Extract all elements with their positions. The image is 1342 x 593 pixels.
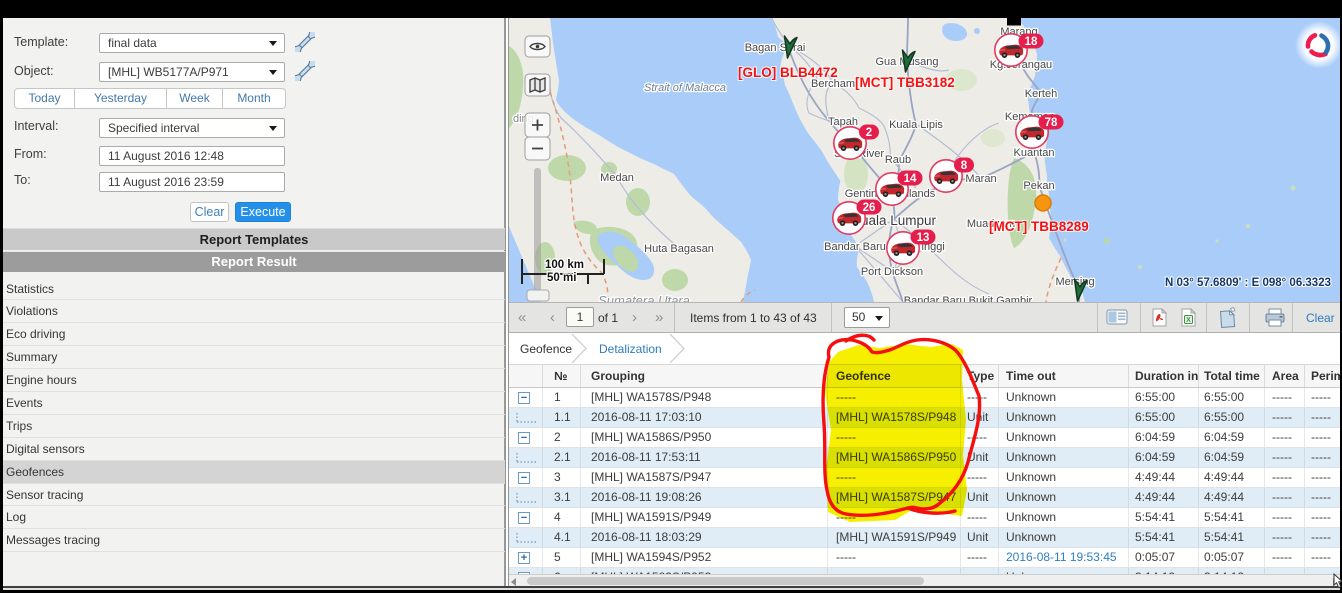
svg-text:[MCT] TBB3182: [MCT] TBB3182	[855, 75, 955, 90]
svg-text:Bandar Baru: Bandar Baru	[824, 241, 886, 253]
svg-text:[MCT] TBB8289: [MCT] TBB8289	[989, 219, 1089, 234]
svg-text:78: 78	[1045, 117, 1058, 129]
svg-text:Sumatera Utara: Sumatera Utara	[598, 293, 690, 302]
svg-text:18: 18	[1025, 36, 1038, 48]
svg-text:Bagan Serai: Bagan Serai	[745, 42, 806, 54]
svg-text:Strait of Malacca: Strait of Malacca	[644, 82, 726, 94]
svg-text:8: 8	[961, 160, 968, 172]
svg-text:X: X	[1186, 317, 1191, 324]
svg-text:50 mi: 50 mi	[547, 272, 576, 284]
svg-text:26: 26	[863, 202, 876, 214]
svg-text:Port Dickson: Port Dickson	[861, 266, 923, 278]
svg-text:Kerteh: Kerteh	[1025, 88, 1057, 100]
svg-text:N 03° 57.6809' : E 098° 06.332: N 03° 57.6809' : E 098° 06.3323	[1165, 277, 1331, 289]
svg-text:Huta Bagasan: Huta Bagasan	[644, 243, 714, 255]
svg-text:13: 13	[917, 232, 930, 244]
svg-text:Medan: Medan	[600, 172, 634, 184]
svg-text:2: 2	[866, 127, 872, 139]
svg-text:Pekan: Pekan	[1023, 180, 1054, 192]
svg-text:Raub: Raub	[885, 154, 911, 166]
svg-text:14: 14	[904, 173, 917, 185]
svg-text:Maran: Maran	[965, 173, 996, 185]
svg-text:Tapah: Tapah	[828, 116, 858, 128]
svg-text:[GLO] BLB4472: [GLO] BLB4472	[738, 65, 838, 80]
svg-text:Kuala Lipis: Kuala Lipis	[889, 119, 943, 131]
svg-text:100 km: 100 km	[545, 259, 584, 271]
svg-text:Bandar Baru Bukit Gambir: Bandar Baru Bukit Gambir	[904, 295, 1033, 302]
